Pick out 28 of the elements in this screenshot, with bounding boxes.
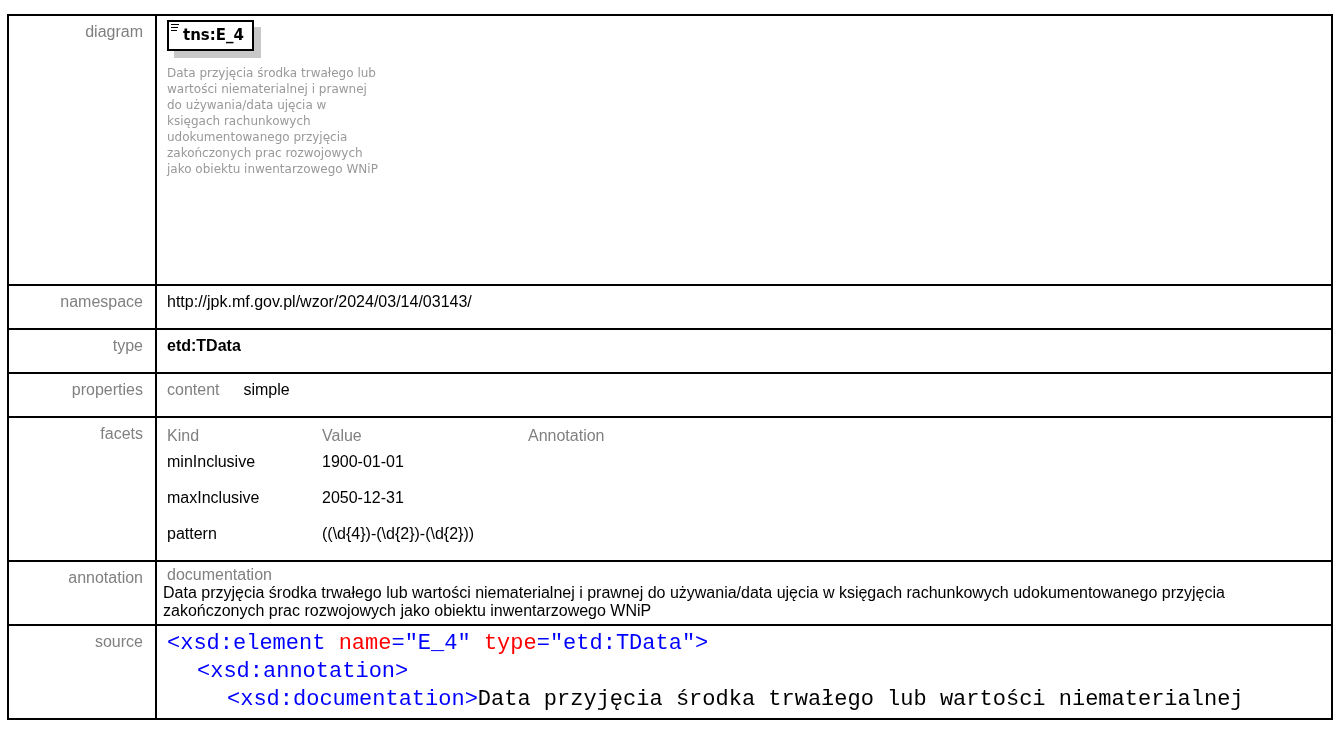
type-value: etd:TData (167, 337, 241, 354)
row-label: annotation (68, 569, 143, 586)
row-label: type (112, 337, 143, 354)
facet-value: ((\d{4})-(\d{2})-(\d{2})) (322, 525, 475, 542)
row-label: facets (100, 425, 143, 442)
annotation-text: Data przyjęcia środka trwałego lub wartości niematerialnej i prawnej do używania/data ujęcia w księgach rachunkowych udokumentowanego przyjęcia zakończonych prac rozwojowych jako obiektu inwentarzowego WNiP (163, 584, 1226, 620)
lines-icon (171, 24, 179, 31)
column-header: Value (322, 427, 362, 444)
row-label: diagram (85, 23, 143, 40)
annotation-heading: documentation (167, 566, 273, 584)
property-value: simple (243, 380, 290, 400)
facet-kind: pattern (167, 525, 217, 542)
column-header: Annotation (528, 427, 605, 444)
code-line: <xsd:element name="E_4" type="etd:TData"> (167, 630, 710, 658)
facet-kind: minInclusive (167, 453, 256, 470)
facet-kind: maxInclusive (167, 489, 260, 506)
row-label: source (94, 633, 143, 650)
row-label: namespace (60, 293, 143, 310)
property-name: content (167, 380, 220, 400)
code-line: <xsd:documentation>Data przyjęcia środka trwałego lub wartości niematerialnej (227, 686, 1245, 714)
row-label: properties (71, 381, 143, 398)
column-header: Kind (167, 427, 200, 444)
element-description: Data przyjęcia środka trwałego lub wartości niematerialnej i prawnej do używania/data ujęcia w księgach rachunkowych udokumentowanego przyjęcia zakończonych prac rozwojowych jako obiektu inwentarzowego WNiP (167, 64, 379, 177)
element-name: tns:E_4 (183, 26, 244, 44)
facet-value: 1900-01-01 (322, 453, 404, 470)
code-line: <xsd:annotation> (197, 658, 410, 686)
facet-value: 2050-12-31 (322, 489, 404, 506)
namespace-value: http://jpk.mf.gov.pl/wzor/2024/03/14/03143/ (167, 293, 472, 310)
